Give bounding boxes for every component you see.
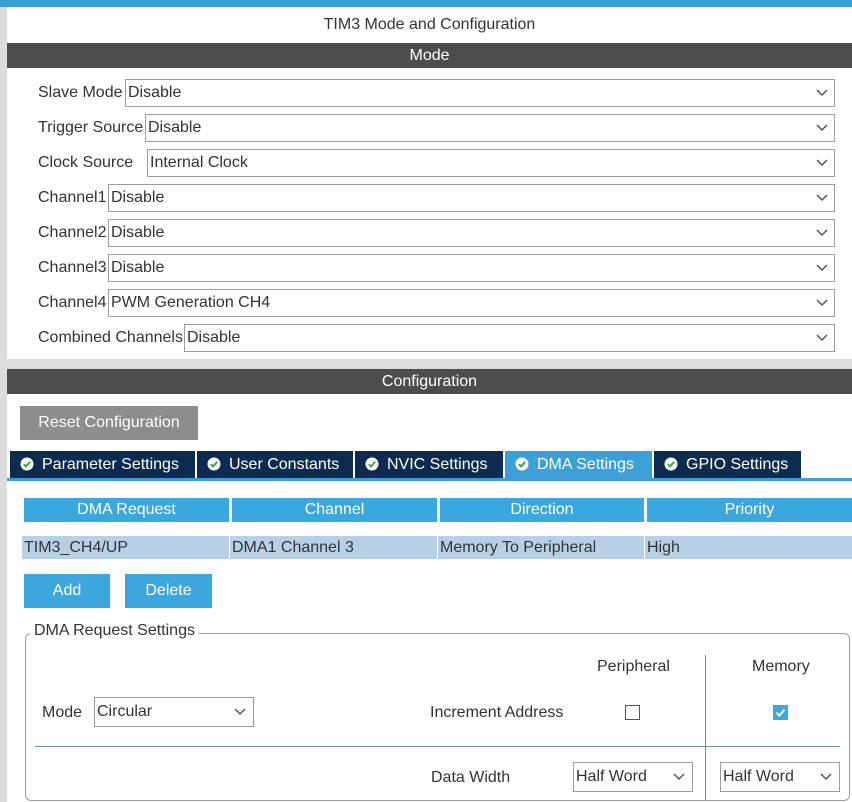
chevron-down-icon <box>234 707 246 717</box>
channel3-row: Channel3 <box>38 254 107 282</box>
settings-tab-bar: Parameter Settings User Constants NVIC S… <box>7 451 852 481</box>
cell-separator <box>644 536 645 559</box>
cell-channel: DMA1 Channel 3 <box>232 539 354 556</box>
tab-user-constants-label: User Constants <box>229 456 340 473</box>
channel3-value: Disable <box>111 259 165 276</box>
checkmark-icon <box>775 708 786 718</box>
channel2-row: Channel2 <box>38 219 107 247</box>
slave-mode-label: Slave Mode <box>38 84 123 101</box>
chevron-down-icon <box>816 88 828 98</box>
mode-label: Mode <box>42 704 83 721</box>
tab-gpio-settings[interactable]: GPIO Settings <box>654 451 801 478</box>
cell-direction: Memory To Peripheral <box>440 539 597 556</box>
combined-channels-select[interactable]: Disable <box>184 324 835 352</box>
channel4-row: Channel4 <box>38 289 107 317</box>
cell-separator <box>229 536 230 559</box>
tab-nvic-settings[interactable]: NVIC Settings <box>355 451 503 478</box>
check-circle-icon <box>207 453 221 471</box>
trigger-source-label: Trigger Source <box>38 119 144 136</box>
tab-nvic-settings-label: NVIC Settings <box>387 456 488 473</box>
chevron-down-icon <box>816 123 828 133</box>
mode-section-header: Mode <box>7 43 852 68</box>
delete-button[interactable]: Delete <box>125 574 212 608</box>
channel4-select[interactable]: PWM Generation CH4 <box>108 289 835 317</box>
channel4-label: Channel4 <box>38 294 107 311</box>
clock-source-select[interactable]: Internal Clock <box>147 149 835 177</box>
add-button[interactable]: Add <box>24 574 110 608</box>
chevron-down-icon <box>673 772 685 782</box>
settings-divider-horizontal <box>35 746 840 747</box>
chevron-down-icon <box>816 333 828 343</box>
slave-mode-select[interactable]: Disable <box>125 79 835 107</box>
increment-peripheral-checkbox[interactable] <box>625 705 640 720</box>
window-title: TIM3 Mode and Configuration <box>323 16 536 33</box>
chevron-down-icon <box>816 193 828 203</box>
combined-channels-label: Combined Channels <box>38 329 183 346</box>
channel1-select[interactable]: Disable <box>108 184 835 212</box>
cell-priority: High <box>647 539 680 556</box>
clock-source-row: Clock Source <box>38 149 133 177</box>
clock-source-label: Clock Source <box>38 154 134 171</box>
column-header-direction[interactable]: Direction <box>440 498 644 522</box>
tab-parameter-settings-label: Parameter Settings <box>42 456 179 473</box>
cell-dma-request: TIM3_CH4/UP <box>24 539 129 556</box>
settings-divider-vertical <box>705 655 706 800</box>
channel4-value: PWM Generation CH4 <box>111 294 271 311</box>
check-circle-icon <box>664 453 678 471</box>
tab-dma-settings-label: DMA Settings <box>537 456 634 473</box>
dma-mode-select[interactable]: Circular <box>94 697 254 727</box>
slave-mode-value: Disable <box>128 84 182 101</box>
column-header-dma-request[interactable]: DMA Request <box>24 498 229 522</box>
slave-mode-row: Slave Mode <box>38 79 123 107</box>
trigger-source-select[interactable]: Disable <box>145 114 835 142</box>
column-header-channel[interactable]: Channel <box>232 498 437 522</box>
clock-source-value: Internal Clock <box>150 154 248 171</box>
channel1-row: Channel1 <box>38 184 107 212</box>
memory-column-label: Memory <box>752 658 810 675</box>
check-circle-icon <box>365 453 379 471</box>
chevron-down-icon <box>820 772 832 782</box>
data-width-label: Data Width <box>431 769 511 786</box>
combined-channels-value: Disable <box>187 329 241 346</box>
tab-dma-settings[interactable]: DMA Settings <box>505 451 652 478</box>
column-header-priority[interactable]: Priority <box>647 498 852 522</box>
increment-memory-checkbox[interactable] <box>773 705 788 720</box>
trigger-source-row: Trigger Source <box>38 114 143 142</box>
check-circle-icon <box>20 453 34 471</box>
data-width-peripheral-select[interactable]: Half Word <box>573 762 693 792</box>
channel1-value: Disable <box>111 189 165 206</box>
combined-channels-row: Combined Channels <box>38 324 183 352</box>
channel3-select[interactable]: Disable <box>108 254 835 282</box>
chevron-down-icon <box>816 158 828 168</box>
chevron-down-icon <box>816 228 828 238</box>
increment-address-label: Increment Address <box>430 704 564 721</box>
data-width-peripheral-value: Half Word <box>576 768 647 785</box>
dma-request-settings-legend: DMA Request Settings <box>30 622 199 640</box>
channel2-select[interactable]: Disable <box>108 219 835 247</box>
tab-user-constants[interactable]: User Constants <box>197 451 353 478</box>
check-circle-icon <box>515 453 529 471</box>
cell-separator <box>437 536 438 559</box>
channel1-label: Channel1 <box>38 189 107 206</box>
dma-mode-value: Circular <box>97 703 153 720</box>
chevron-down-icon <box>816 298 828 308</box>
reset-configuration-button[interactable]: Reset Configuration <box>20 406 198 440</box>
channel2-label: Channel2 <box>38 224 107 241</box>
configuration-section-header: Configuration <box>7 369 852 394</box>
data-width-memory-value: Half Word <box>723 768 794 785</box>
trigger-source-value: Disable <box>148 119 202 136</box>
tab-underline <box>7 478 852 481</box>
chevron-down-icon <box>816 263 828 273</box>
tab-parameter-settings[interactable]: Parameter Settings <box>10 451 195 478</box>
peripheral-column-label: Peripheral <box>597 658 670 675</box>
top-accent-bar <box>0 0 852 7</box>
channel2-value: Disable <box>111 224 165 241</box>
channel3-label: Channel3 <box>38 259 107 276</box>
data-width-memory-select[interactable]: Half Word <box>720 762 840 792</box>
tab-gpio-settings-label: GPIO Settings <box>686 456 789 473</box>
